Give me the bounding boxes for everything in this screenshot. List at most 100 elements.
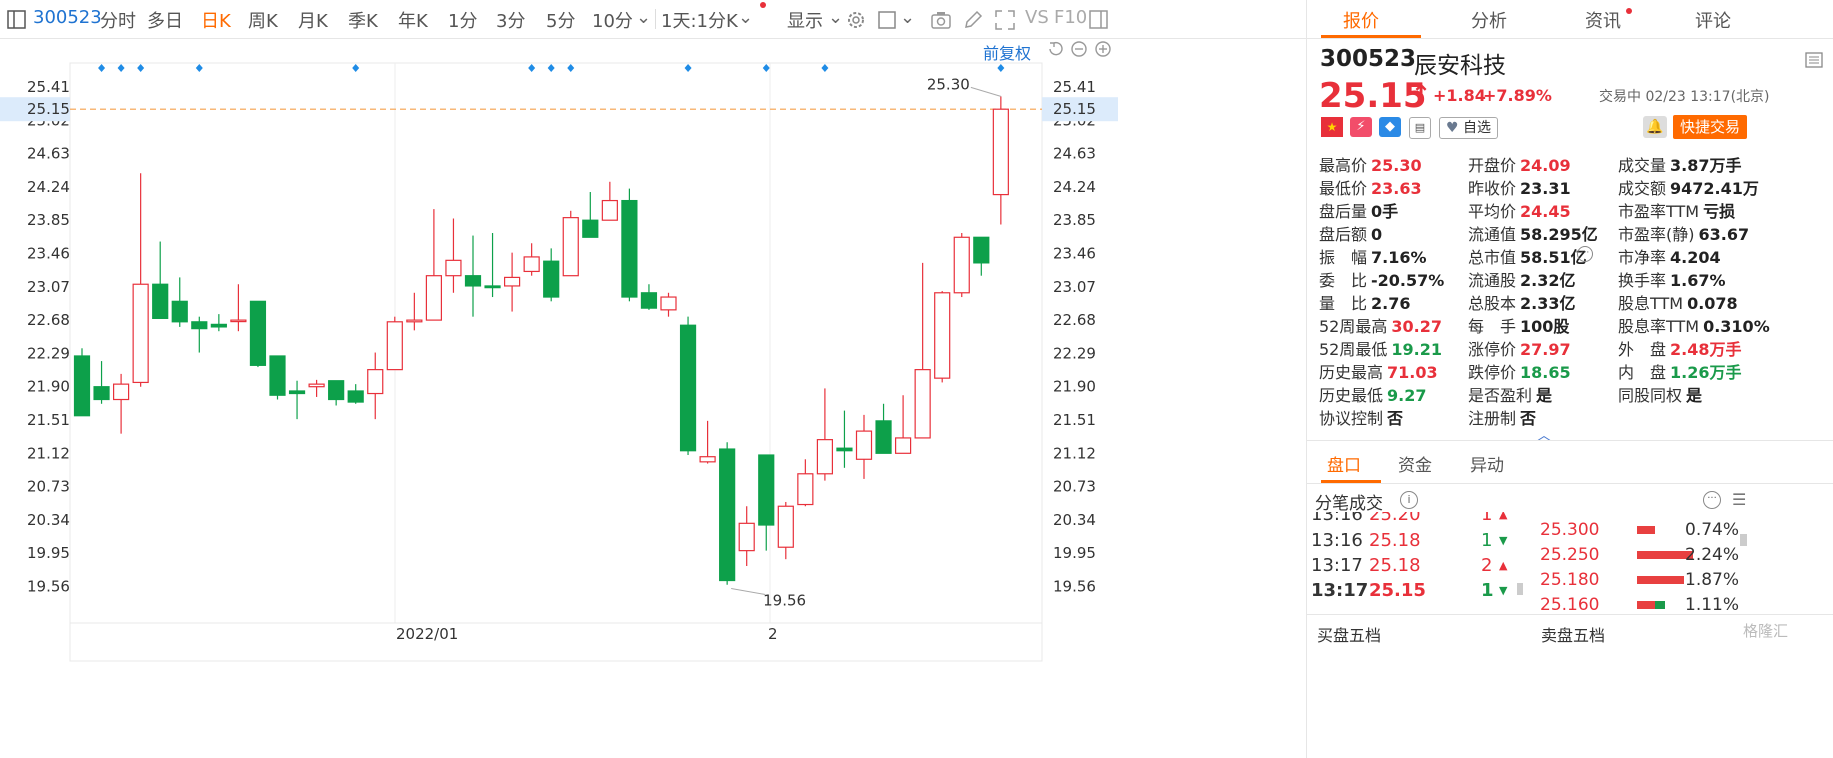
tab-orderbook[interactable]: 盘口 [1327,451,1361,476]
candle-body[interactable] [621,199,638,298]
pencil-icon[interactable] [962,9,984,31]
undo-icon[interactable] [1046,40,1064,63]
sidebar-toggle-icon[interactable] [6,9,28,31]
candle-body[interactable] [464,275,482,287]
candle-body[interactable] [152,283,169,319]
event-marker-icon[interactable] [528,64,536,72]
tag-icon[interactable]: ◆ [1379,117,1401,137]
f10-button[interactable]: F10 [1054,7,1087,28]
tab-anomaly[interactable]: 异动 [1470,451,1504,476]
bookmark-icon[interactable]: ▤ [1409,117,1431,139]
candle-body[interactable] [210,323,227,328]
candle-body[interactable] [934,292,951,379]
candle-body[interactable] [914,369,931,439]
candle-body[interactable] [328,380,345,401]
candle-body[interactable] [308,383,325,388]
candle-body[interactable] [523,256,540,273]
color-box-icon[interactable] [877,9,899,31]
tab-news[interactable]: 资讯 [1585,7,1621,33]
panel-toggle-icon[interactable] [1088,9,1110,31]
candle-body[interactable] [953,236,970,294]
candle-body[interactable] [347,390,364,403]
kline-chart[interactable]: 25.4125.4125.0225.0224.6324.6324.2424.24… [0,39,1306,758]
tab-fund-flow[interactable]: 资金 [1398,451,1432,476]
candle-body[interactable] [543,260,560,298]
candle-body[interactable] [230,319,247,323]
candle-body[interactable] [367,369,384,395]
dist-scrollbar[interactable] [1740,534,1747,546]
event-marker-icon[interactable] [195,64,203,72]
candle-body[interactable] [425,275,442,321]
candle-body[interactable] [445,259,462,277]
detail-icon[interactable] [1805,52,1823,73]
candle-body[interactable] [249,300,267,366]
candle-body[interactable] [73,355,91,417]
quick-trade-button[interactable]: 快捷交易 [1673,115,1747,139]
market-cap-more-icon[interactable]: ··· [1577,246,1593,262]
candle-body[interactable] [640,292,658,309]
restore-rights-button[interactable]: 前复权 [983,40,1031,64]
candle-body[interactable] [797,473,814,506]
chevron-down-icon[interactable]: ⌄ [738,7,753,28]
period-10min[interactable]: 10分 [592,7,633,33]
tab-comments[interactable]: 评论 [1695,7,1731,33]
candle-body[interactable] [386,321,403,371]
candle-body[interactable] [93,386,110,401]
candle-body[interactable] [504,276,521,287]
candle-body[interactable] [719,448,736,582]
watchlist-button[interactable]: ♥ 自选 [1439,117,1499,139]
display-menu[interactable]: 显示 [787,7,823,33]
interval-select[interactable]: 1天:1分K [661,7,738,33]
candle-body[interactable] [679,324,697,452]
period-1min[interactable]: 1分 [448,7,477,33]
camera-icon[interactable] [930,9,952,31]
candle-body[interactable] [191,321,208,330]
candle-body[interactable] [112,383,130,401]
period-multiday[interactable]: 多日 [147,7,183,33]
tab-analysis[interactable]: 分析 [1471,7,1507,33]
event-marker-icon[interactable] [352,64,360,72]
ticks-list[interactable]: 13:16 25.20 1 ▲ 13:16 25.18 1 ▼ 13:17 25.18 2 ▲ 13:1… [1307,512,1532,612]
chevron-down-icon[interactable]: ⌄ [828,7,843,28]
settings-gear-icon[interactable] [845,9,867,31]
period-intraday[interactable]: 分时 [100,7,136,33]
more-icon[interactable]: ··· [1703,491,1721,509]
period-monthly[interactable]: 月K [298,7,328,33]
chevron-down-icon[interactable]: ⌄ [900,7,915,28]
tab-quote[interactable]: 报价 [1343,7,1379,33]
candle-body[interactable] [171,300,188,323]
candle-body[interactable] [855,430,873,460]
candle-body[interactable] [738,522,755,552]
candle-body[interactable] [269,355,286,396]
candle-body[interactable] [816,439,834,475]
period-quarterly[interactable]: 季K [348,7,378,33]
candle-body[interactable] [132,283,149,384]
candle-body[interactable] [406,319,423,323]
event-marker-icon[interactable] [997,64,1005,72]
candle-body[interactable] [875,420,892,454]
period-yearly[interactable]: 年K [398,7,428,33]
candle-body[interactable] [582,219,599,238]
bell-icon[interactable]: 🔔 [1643,116,1667,138]
chevron-down-icon[interactable]: ⌄ [636,7,651,28]
candle-body[interactable] [288,390,306,395]
event-marker-icon[interactable] [821,64,829,72]
event-marker-icon[interactable] [684,64,692,72]
period-daily[interactable]: 日K [201,7,231,33]
zoom-in-icon[interactable] [1094,40,1112,63]
candle-body[interactable] [992,108,1009,196]
event-marker-icon[interactable] [762,64,770,72]
period-3min[interactable]: 3分 [496,7,525,33]
period-weekly[interactable]: 周K [248,7,278,33]
period-5min[interactable]: 5分 [546,7,575,33]
candle-body[interactable] [973,236,990,264]
event-marker-icon[interactable] [117,64,125,72]
event-marker-icon[interactable] [547,64,555,72]
compare-vs-button[interactable]: VS [1025,7,1049,28]
candle-body[interactable] [894,437,912,454]
zoom-out-icon[interactable] [1070,40,1088,63]
event-marker-icon[interactable] [567,64,575,72]
event-marker-icon[interactable] [98,64,106,72]
candle-body[interactable] [836,447,853,452]
candle-body[interactable] [601,199,618,221]
